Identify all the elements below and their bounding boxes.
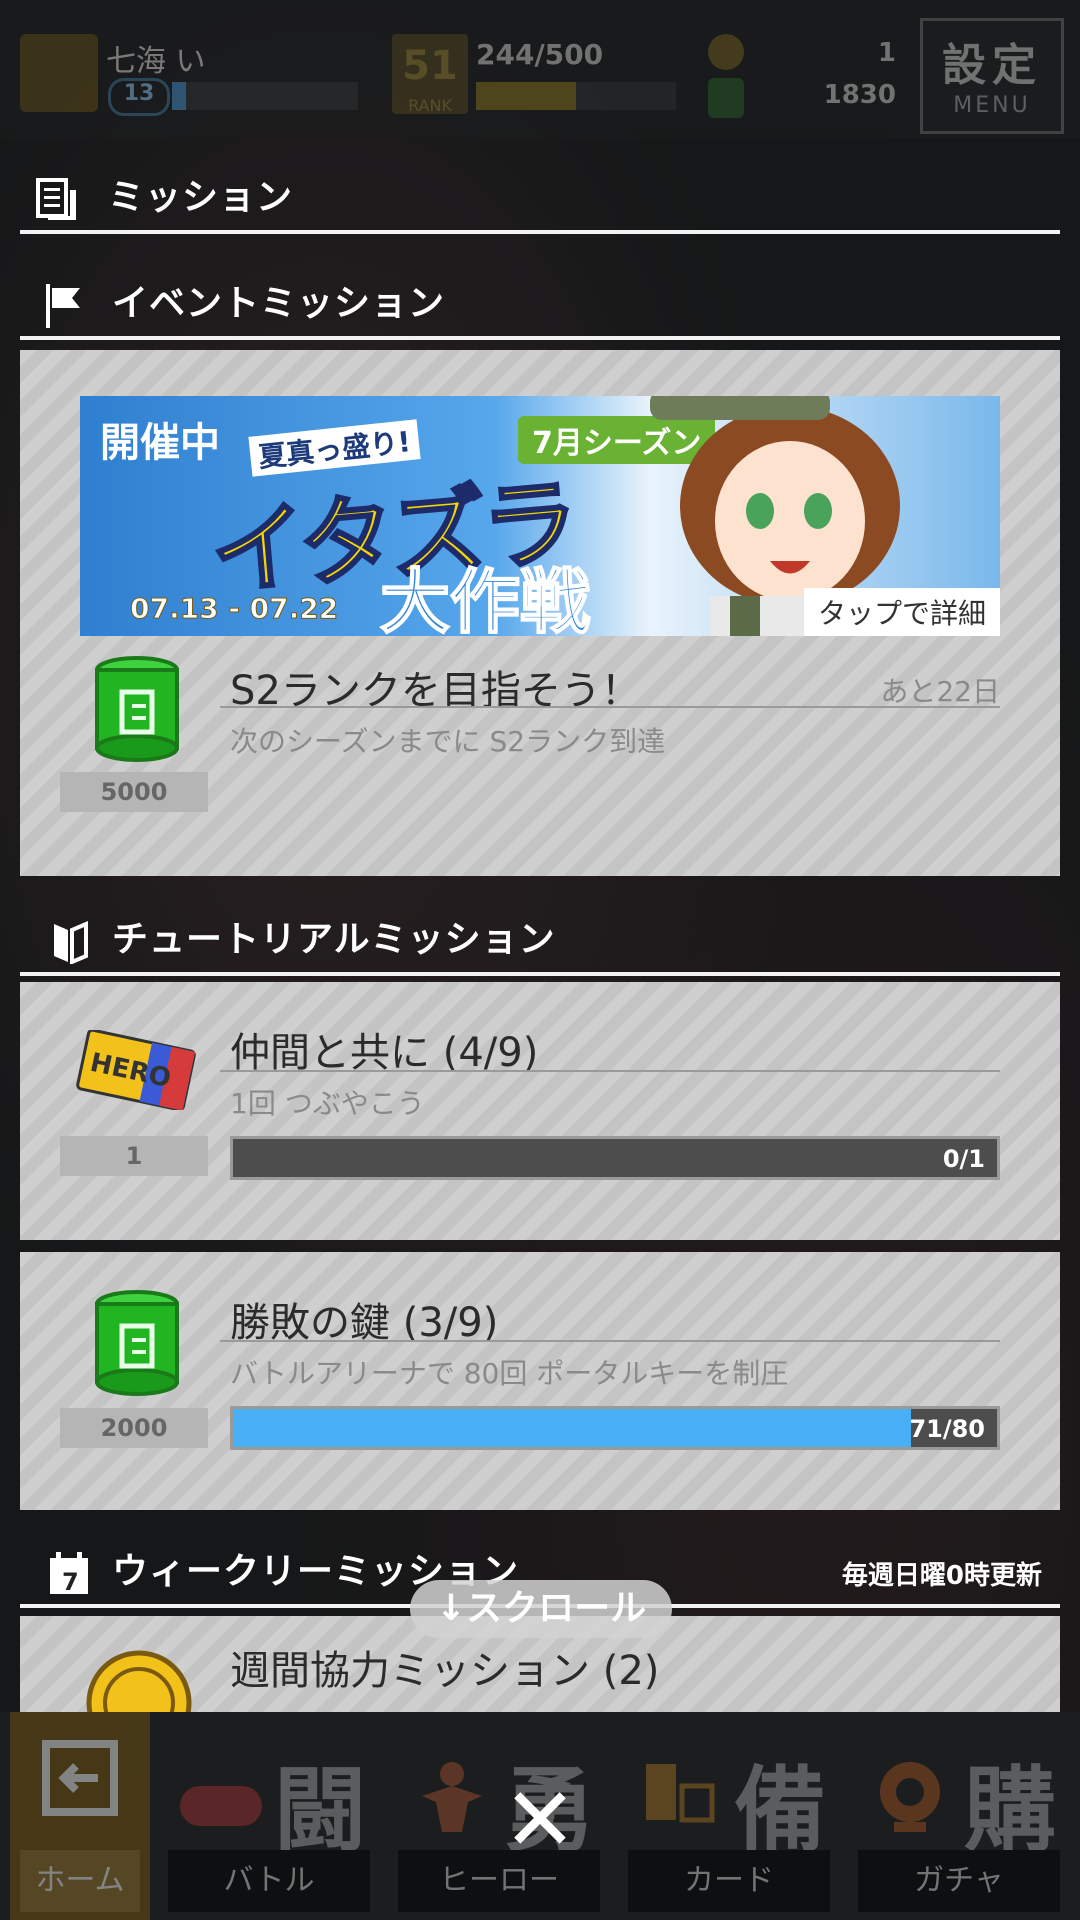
nav-battle[interactable]: 闘 バトル [158, 1712, 380, 1920]
gem-can-icon [95, 1290, 179, 1396]
mission-list-icon [36, 178, 76, 220]
mission-divider [220, 706, 1000, 708]
close-button[interactable]: ✕ [500, 1776, 580, 1864]
nav-gacha[interactable]: 購 ガチャ [848, 1712, 1070, 1920]
progress-fill [233, 1409, 912, 1447]
event-section-header: イベントミッション [20, 272, 1060, 340]
scroll-hint[interactable]: ↓スクロール [410, 1580, 672, 1638]
gem-count: 1830 [823, 80, 896, 110]
nav-label: ガチャ [858, 1850, 1060, 1912]
tutorial-section-title: チュートリアルミッション [112, 919, 556, 960]
mission-description: 次のシーズンまでに S2ランク到達 [230, 725, 666, 758]
progress-text: 0/1 [942, 1145, 985, 1173]
home-return-icon [42, 1740, 118, 1816]
player-name: 七海 い [106, 44, 206, 79]
gem-can-icon [708, 78, 744, 118]
rank-label: RANK [408, 96, 452, 115]
status-bar: 七海 い 13 51 RANK 244/500 1 1830 設定 MENU [0, 0, 1080, 138]
exp-bar-fill [476, 82, 576, 110]
weekly-reset-note: 毎週日曜0時更新 [841, 1561, 1042, 1591]
settings-menu-button[interactable]: 設定 MENU [920, 18, 1064, 134]
mission-remaining-time: あと22日 [880, 675, 1000, 708]
flag-icon [46, 284, 80, 328]
mission-progress-bar: 0/1 [230, 1136, 1000, 1180]
gem-can-icon [95, 656, 179, 762]
card-icon [646, 1764, 715, 1823]
mission-divider [220, 1070, 1000, 1072]
gacha-capsule-icon [880, 1762, 940, 1832]
settings-kanji: 設定 [942, 40, 1042, 91]
mission-title: 週間協力ミッション (2) [230, 1648, 660, 1694]
nav-label: バトル [168, 1850, 370, 1912]
nav-label: カード [628, 1850, 830, 1912]
page-header: ミッション [20, 162, 1060, 234]
banner-dates: 07.13 - 07.22 [129, 592, 339, 626]
banner-title-line2: 大作戦 [379, 560, 591, 636]
mission-description: 1回 つぶやこう [230, 1087, 425, 1120]
mission-divider [220, 1340, 1000, 1342]
tutorial-section-header: チュートリアルミッション [20, 908, 1060, 976]
nav-home[interactable]: ホーム [10, 1712, 150, 1920]
hero-figure-icon [422, 1762, 482, 1832]
guidebook-icon [54, 920, 88, 964]
svg-text:7: 7 [62, 1568, 79, 1596]
progress-text: 71/80 [909, 1415, 985, 1443]
menu-label: MENU [953, 93, 1031, 118]
reward-count: 1 [60, 1136, 208, 1176]
exp-counter: 244/500 [476, 38, 604, 71]
player-avatar[interactable] [20, 34, 98, 112]
banner-holding-label: 開催中 [100, 420, 220, 466]
mission-progress-bar: 71/80 [230, 1406, 1000, 1450]
coin-count: 1 [877, 38, 896, 68]
nav-label: ホーム [20, 1850, 140, 1912]
gamepad-icon [180, 1786, 262, 1826]
coin-icon [708, 34, 744, 70]
calendar-icon: 7 [50, 1552, 88, 1596]
mission-description: バトルアリーナで 80回 ポータルキーを制圧 [230, 1357, 789, 1390]
nav-card[interactable]: 備 カード [618, 1712, 840, 1920]
event-banner[interactable]: 開催中 夏真っ盛り! 7月シーズン イタズラ 大作戦 07.13 - 07.22… [80, 396, 1000, 636]
page-title: ミッション [108, 177, 294, 218]
banner-tap-details: タップで詳細 [803, 588, 1000, 636]
event-mission-card: 開催中 夏真っ盛り! 7月シーズン イタズラ 大作戦 07.13 - 07.22… [20, 350, 1060, 876]
level-bar-fill [172, 82, 186, 110]
level-badge: 13 [108, 78, 170, 116]
mission-card: HERO 1 仲間と共に (4/9) 1回 つぶやこう 0/1 [20, 982, 1060, 1240]
reward-count: 5000 [60, 772, 208, 812]
reward-count: 2000 [60, 1408, 208, 1448]
hero-ticket-icon: HERO [76, 1030, 196, 1110]
event-section-title: イベントミッション [112, 283, 446, 324]
level-bar [172, 82, 358, 110]
coin-icon [86, 1650, 192, 1712]
mission-card: 2000 勝敗の鍵 (3/9) バトルアリーナで 80回 ポータルキーを制圧 7… [20, 1252, 1060, 1510]
